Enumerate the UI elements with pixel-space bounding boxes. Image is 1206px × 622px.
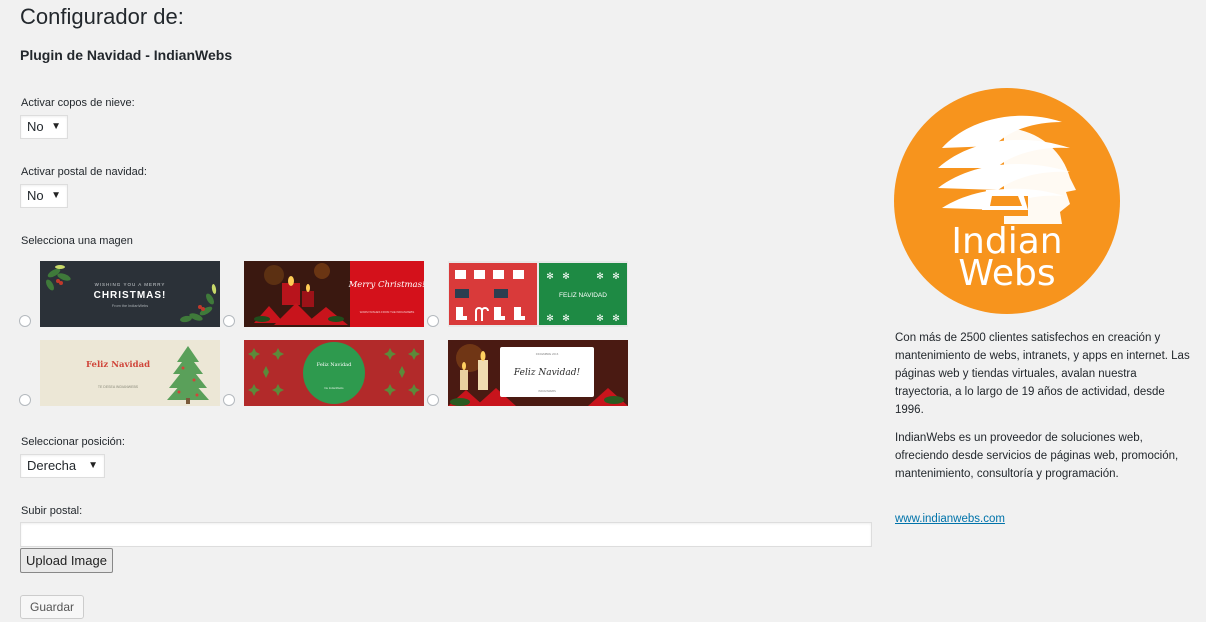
upload-label: Subir postal:: [21, 505, 83, 517]
save-button[interactable]: Guardar: [20, 595, 84, 619]
position-select[interactable]: Derecha ▼: [20, 454, 105, 478]
svg-text:✻: ✻: [596, 272, 604, 282]
postcard-thumb-christmas[interactable]: WISHING YOU A MERRY CHRISTMAS! From the …: [40, 261, 220, 327]
card1-title: CHRISTMAS!: [94, 290, 167, 301]
image-picker-label: Selecciona una magen: [21, 235, 133, 247]
postal-label: Activar postal de navidad:: [21, 166, 147, 178]
image-radio-4[interactable]: [19, 394, 31, 406]
card1-top: WISHING YOU A MERRY: [95, 282, 166, 287]
card3-title: FELIZ NAVIDAD: [559, 292, 607, 299]
card2-title: Merry Christmas!: [348, 280, 424, 290]
snow-select[interactable]: No ▼: [20, 115, 68, 139]
svg-text:✻: ✻: [596, 314, 604, 324]
logo-text-webs: Webs: [958, 253, 1055, 294]
postcard-thumb-feliz-navidad-green[interactable]: ✻ ✻ ✻ ✻ ✻ ✻ ✻ ✻ FELIZ NAVIDAD: [448, 261, 628, 327]
chevron-down-icon: ▼: [51, 121, 61, 132]
card4-bottom: TE DESEA INDIANWEBS: [98, 385, 139, 389]
image-radio-1[interactable]: [19, 315, 31, 327]
card5-title: Feliz Navidad: [317, 362, 353, 368]
svg-text:✻: ✻: [546, 314, 554, 324]
postcard-thumb-merry-christmas[interactable]: Merry Christmas! WARM WISHES FROM THE IN…: [244, 261, 424, 327]
card4-title: Feliz Navidad: [86, 360, 150, 370]
postal-select[interactable]: No ▼: [20, 184, 68, 208]
website-link[interactable]: www.indianwebs.com: [895, 513, 1005, 525]
image-radio-3[interactable]: [427, 315, 439, 327]
card5-bottom: De IndianWebs: [324, 386, 344, 390]
postal-select-value: No: [27, 188, 44, 203]
chevron-down-icon: ▼: [51, 190, 61, 201]
image-radio-6[interactable]: [427, 394, 439, 406]
postcard-thumb-feliz-navidad-pattern[interactable]: Feliz Navidad De IndianWebs: [244, 340, 424, 406]
image-radio-2[interactable]: [223, 315, 235, 327]
position-select-value: Derecha: [27, 458, 77, 473]
card6-bottom: INDIANWEBS: [538, 389, 556, 393]
about-paragraph-2: IndianWebs es un proveedor de soluciones…: [895, 432, 1179, 480]
svg-text:✻: ✻: [612, 272, 620, 282]
chevron-down-icon: ▼: [88, 460, 98, 471]
snow-label: Activar copos de nieve:: [21, 97, 135, 109]
svg-text:✻: ✻: [562, 272, 570, 282]
card6-top: DICIEMBRE 2016: [536, 352, 559, 356]
svg-text:✻: ✻: [562, 314, 570, 324]
snow-select-value: No: [27, 119, 44, 134]
postcard-thumb-feliz-navidad-tree[interactable]: Feliz Navidad TE DESEA INDIANWEBS: [40, 340, 220, 406]
upload-image-button[interactable]: Upload Image: [20, 548, 113, 573]
card2-bottom: WARM WISHES FROM THE INDIANWEBS: [360, 310, 415, 314]
svg-text:✻: ✻: [546, 272, 554, 282]
postcard-thumb-feliz-navidad-candles[interactable]: DICIEMBRE 2016 Feliz Navidad! INDIANWEBS: [448, 340, 628, 406]
position-label: Seleccionar posición:: [21, 436, 125, 448]
plugin-subtitle: Plugin de Navidad - IndianWebs: [20, 47, 233, 63]
card6-title: Feliz Navidad!: [513, 368, 581, 378]
upload-url-input[interactable]: [20, 522, 872, 547]
svg-text:✻: ✻: [612, 314, 620, 324]
indian-head-logo-icon: Indian Webs: [894, 88, 1120, 314]
about-paragraph-1: Con más de 2500 clientes satisfechos en …: [895, 332, 1190, 416]
page-title: Configurador de:: [20, 4, 184, 29]
card1-bottom: From the IndianWebs: [112, 304, 148, 308]
image-radio-5[interactable]: [223, 394, 235, 406]
